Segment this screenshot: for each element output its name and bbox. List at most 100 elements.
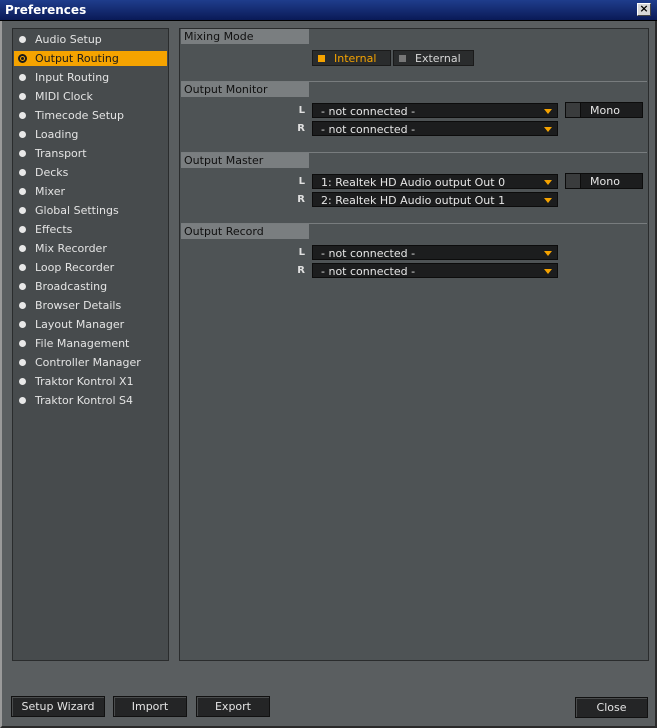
sidebar-item-label: File Management (35, 337, 130, 350)
segment-label: Internal (334, 52, 377, 65)
sidebar-item-label: Timecode Setup (35, 109, 124, 122)
sidebar-item-mixer[interactable]: Mixer (14, 184, 167, 199)
radio-dot-icon (19, 302, 26, 309)
sidebar-item-midi-clock[interactable]: MIDI Clock (14, 89, 167, 104)
dropdown-value: - not connected - (321, 247, 416, 260)
checkbox-icon (566, 174, 581, 188)
channel-label-right: R (297, 123, 305, 134)
sidebar: Audio Setup Output Routing Input Routing… (12, 28, 169, 661)
section-header-output-master: Output Master (181, 153, 309, 168)
sidebar-item-layout-manager[interactable]: Layout Manager (14, 317, 167, 332)
channel-label-left: L (298, 105, 305, 116)
sidebar-item-label: Loop Recorder (35, 261, 115, 274)
mono-label: Mono (590, 104, 620, 117)
channel-label-right: R (297, 265, 305, 276)
channel-label-right: R (297, 194, 305, 205)
radio-dot-icon (19, 378, 26, 385)
radio-dot-icon (19, 321, 26, 328)
sidebar-item-label: Mixer (35, 185, 66, 198)
radio-dot-icon (19, 359, 26, 366)
sidebar-item-broadcasting[interactable]: Broadcasting (14, 279, 167, 294)
sidebar-item-input-routing[interactable]: Input Routing (14, 70, 167, 85)
sidebar-item-mix-recorder[interactable]: Mix Recorder (14, 241, 167, 256)
radio-dot-icon (19, 264, 26, 271)
radio-dot-icon (19, 188, 26, 195)
section-header-mixing-mode: Mixing Mode (181, 29, 309, 44)
radio-dot-icon (19, 74, 26, 81)
sidebar-item-label: MIDI Clock (35, 90, 93, 103)
output-record-left-dropdown[interactable]: - not connected - (312, 245, 558, 260)
mixing-mode-internal-button[interactable]: Internal (312, 50, 391, 66)
sidebar-item-traktor-kontrol-s4[interactable]: Traktor Kontrol S4 (14, 393, 167, 408)
sidebar-item-label: Traktor Kontrol S4 (35, 394, 134, 407)
sidebar-item-label: Output Routing (35, 52, 119, 65)
section-title: Mixing Mode (184, 30, 254, 43)
sidebar-item-browser-details[interactable]: Browser Details (14, 298, 167, 313)
sidebar-item-output-routing[interactable]: Output Routing (14, 51, 167, 66)
checkbox-icon (566, 103, 581, 117)
sidebar-item-audio-setup[interactable]: Audio Setup (14, 32, 167, 47)
channel-label-left: L (298, 247, 305, 258)
sidebar-item-transport[interactable]: Transport (14, 146, 167, 161)
import-button[interactable]: Import (113, 696, 187, 717)
chevron-down-icon (544, 127, 552, 132)
sidebar-item-loading[interactable]: Loading (14, 127, 167, 142)
sidebar-item-label: Layout Manager (35, 318, 125, 331)
output-master-right-dropdown[interactable]: 2: Realtek HD Audio output Out 1 (312, 192, 558, 207)
export-button[interactable]: Export (196, 696, 270, 717)
close-icon[interactable]: × (637, 3, 651, 16)
mixing-mode-external-button[interactable]: External (393, 50, 474, 66)
section-header-output-record: Output Record (181, 224, 309, 239)
sidebar-item-controller-manager[interactable]: Controller Manager (14, 355, 167, 370)
sidebar-item-timecode-setup[interactable]: Timecode Setup (14, 108, 167, 123)
output-monitor-left-dropdown[interactable]: - not connected - (312, 103, 558, 118)
chevron-down-icon (544, 109, 552, 114)
channel-label-left: L (298, 176, 305, 187)
radio-dot-icon (19, 207, 26, 214)
output-monitor-mono-toggle[interactable]: Mono (565, 102, 643, 118)
radio-dot-icon (19, 150, 26, 157)
sidebar-item-global-settings[interactable]: Global Settings (14, 203, 167, 218)
sidebar-item-decks[interactable]: Decks (14, 165, 167, 180)
output-master-left-dropdown[interactable]: 1: Realtek HD Audio output Out 0 (312, 174, 558, 189)
radio-dot-icon (19, 226, 26, 233)
radio-dot-icon (19, 245, 26, 252)
radio-dot-icon (19, 36, 26, 43)
dropdown-value: - not connected - (321, 265, 416, 278)
output-monitor-right-dropdown[interactable]: - not connected - (312, 121, 558, 136)
sidebar-item-effects[interactable]: Effects (14, 222, 167, 237)
setup-wizard-button[interactable]: Setup Wizard (11, 696, 105, 717)
close-button[interactable]: Close (575, 697, 648, 718)
window-title: Preferences (5, 3, 87, 17)
section-title: Output Master (184, 154, 264, 167)
radio-dot-icon (19, 340, 26, 347)
settings-panel: Mixing Mode Internal External Output Mon… (179, 28, 649, 661)
radio-dot-icon (19, 131, 26, 138)
output-master-mono-toggle[interactable]: Mono (565, 173, 643, 189)
sidebar-item-traktor-kontrol-x1[interactable]: Traktor Kontrol X1 (14, 374, 167, 389)
radio-dot-icon (19, 397, 26, 404)
dropdown-value: - not connected - (321, 123, 416, 136)
sidebar-item-label: Mix Recorder (35, 242, 107, 255)
section-header-output-monitor: Output Monitor (181, 82, 309, 97)
mono-label: Mono (590, 175, 620, 188)
sidebar-item-label: Input Routing (35, 71, 110, 84)
sidebar-item-loop-recorder[interactable]: Loop Recorder (14, 260, 167, 275)
sidebar-item-file-management[interactable]: File Management (14, 336, 167, 351)
title-bar: Preferences × (0, 0, 657, 21)
dropdown-value: 1: Realtek HD Audio output Out 0 (321, 176, 506, 189)
sidebar-item-label: Traktor Kontrol X1 (35, 375, 134, 388)
chevron-down-icon (544, 269, 552, 274)
sidebar-item-label: Controller Manager (35, 356, 141, 369)
segment-label: External (415, 52, 461, 65)
sidebar-item-label: Broadcasting (35, 280, 108, 293)
section-title: Output Monitor (184, 83, 268, 96)
chevron-down-icon (544, 180, 552, 185)
dropdown-value: - not connected - (321, 105, 416, 118)
dropdown-value: 2: Realtek HD Audio output Out 1 (321, 194, 506, 207)
sidebar-item-label: Global Settings (35, 204, 119, 217)
output-record-right-dropdown[interactable]: - not connected - (312, 263, 558, 278)
sidebar-item-label: Audio Setup (35, 33, 102, 46)
section-title: Output Record (184, 225, 264, 238)
radio-dot-icon (19, 93, 26, 100)
